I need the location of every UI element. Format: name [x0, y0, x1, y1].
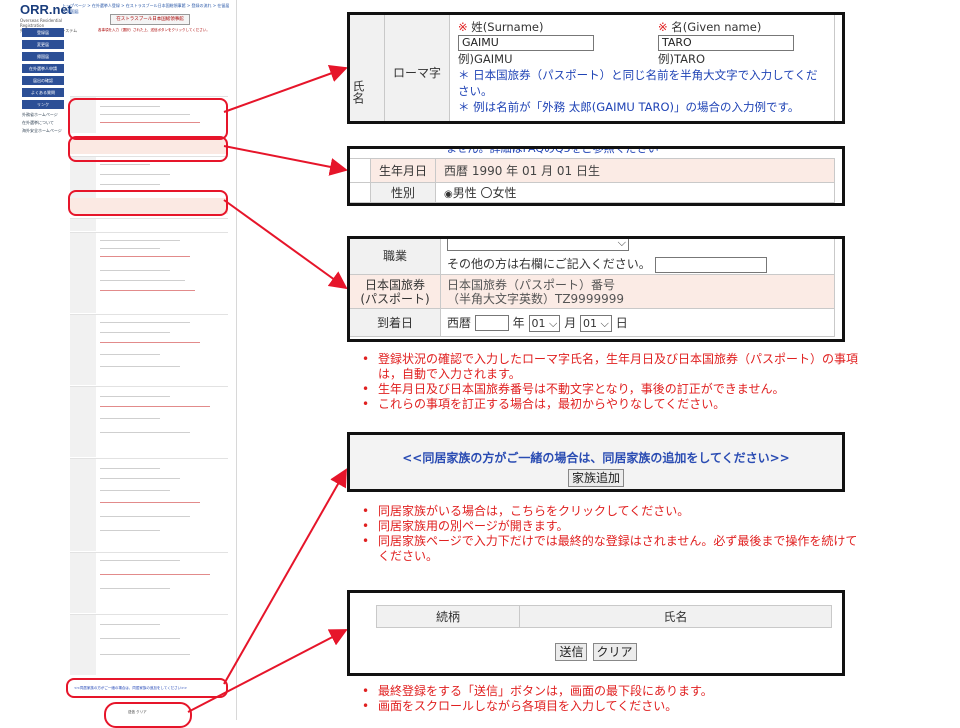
chevron-down-icon: ⌵ [617, 236, 626, 250]
panel-family: <<同居家族の方がご一緒の場合は、同居家族の追加をしてください>> 家族追加 [347, 432, 845, 492]
arrow-submit [187, 629, 348, 713]
panel-passport: 職業 ⌵ その他の方は右欄にご記入ください。 日本国旅券 (パスポート) 日本国… [347, 236, 845, 342]
arrow-name [223, 64, 348, 113]
name-note-1: ＊ 日本国旅券（パスポート）と同じ名前を半角大文字で入力してください。 [458, 68, 818, 98]
gender-option-labels: 男性 〇女性 [452, 186, 517, 200]
roman-input-cell: ※ 姓(Surname) GAIMU 例)GAIMU ※ 名(Given nam… [449, 15, 835, 121]
passport-number-value: （半角大文字英数）TZ9999999 [447, 291, 624, 306]
birthdate-label-cell: 生年月日 [370, 158, 436, 183]
gender-options[interactable]: ◉男性 〇女性 [435, 182, 835, 203]
given-name-input[interactable]: TARO [658, 35, 794, 51]
surname-input[interactable]: GAIMU [458, 35, 594, 51]
arrow-birthdate [223, 145, 348, 176]
roman-label-cell: ローマ字 [384, 15, 450, 121]
passport-label: 日本国旅券 [364, 277, 425, 292]
roman-label: ローマ字 [392, 65, 441, 80]
passport-number-label: 日本国旅券（パスポート）番号 [447, 277, 616, 292]
note-item: 最終登録をする「送信」ボタンは，画面の最下段にあります。 [360, 684, 860, 699]
note-item: 画面をスクロールしながら各項目を入力してください。 [360, 699, 860, 714]
panel-submit: 続柄 氏名 送信 クリア [347, 590, 845, 676]
birthdate-value: 西暦 1990 年 01 月 01 日生 [435, 158, 835, 183]
birthdate-label: 生年月日 [378, 164, 427, 178]
name-note-2: ＊ 例は名前が「外務 太郎(GAIMU TARO)」の場合の入力例です。 [458, 100, 800, 114]
col-header-relation: 続柄 [376, 605, 520, 628]
required-mark: ※ [458, 20, 468, 34]
name-section-label: 氏名 [351, 80, 365, 104]
arrival-day-select[interactable]: 01 ⌵ [580, 314, 612, 332]
note-item: 同居家族がいる場合は，こちらをクリックしてください。 [360, 504, 860, 519]
arrow-passport [223, 199, 348, 290]
arrival-era: 西暦 [447, 315, 472, 330]
note-item: 同居家族ページで入力下だけでは最終的な登録はされません。必ず最後まで操作を続けて… [360, 534, 860, 564]
gender-label-cell: 性別 [370, 182, 436, 203]
arrival-input-cell: 西暦 年 01 ⌵ 月 01 ⌵ 日 [440, 308, 835, 337]
job-hint: その他の方は右欄にご記入ください。 [447, 257, 651, 272]
note-item: 生年月日及び日本国旅券番号は不動文字となり，事後の訂正ができません。 [360, 382, 860, 397]
month-unit: 月 [564, 315, 577, 330]
job-label-cell: 職業 [350, 239, 441, 275]
surname-group: ※ 姓(Surname) GAIMU 例)GAIMU [458, 19, 594, 67]
job-label: 職業 [382, 249, 407, 263]
add-family-button[interactable]: 家族追加 [567, 469, 624, 487]
given-group: ※ 名(Given name) TARO 例)TARO [658, 19, 794, 67]
job-select[interactable]: ⌵ [447, 236, 629, 252]
partial-text-above: ません。詳細はFAQのQ5をご参照ください [446, 146, 659, 155]
gender-label: 性別 [390, 186, 415, 200]
col-header-name: 氏名 [519, 605, 832, 628]
arrival-month-value: 01 [531, 316, 546, 330]
arrival-day-value: 01 [583, 316, 598, 330]
name-section-cell: 氏名 [350, 15, 385, 121]
job-input-cell: ⌵ その他の方は右欄にご記入ください。 [440, 236, 835, 275]
note-item: これらの事項を訂正する場合は，最初からやりなしてください。 [360, 397, 860, 412]
submit-button[interactable]: 送信 [555, 643, 588, 661]
arrival-month-select[interactable]: 01 ⌵ [528, 314, 561, 332]
job-other-input[interactable] [654, 256, 767, 273]
notes-family: 同居家族がいる場合は，こちらをクリックしてください。 同居家族用の別ページが開き… [360, 504, 860, 564]
given-example: 例)TARO [658, 52, 706, 66]
required-mark: ※ [658, 20, 668, 34]
year-unit: 年 [512, 315, 525, 330]
notes-autofill: 登録状況の確認で入力したローマ字氏名，生年月日及び日本国旅券（パスポート）の事項… [360, 352, 860, 412]
panel-birthdate: ません。詳細はFAQのQ5をご参照ください 生年月日 西暦 1990 年 01 … [347, 146, 845, 206]
passport-value-cell: 日本国旅券（パスポート）番号 （半角大文字英数）TZ9999999 [440, 274, 835, 309]
notes-submit: 最終登録をする「送信」ボタンは，画面の最下段にあります。 画面をスクロールしなが… [360, 684, 860, 714]
passport-label-sub: (パスポート) [360, 291, 430, 306]
surname-example: 例)GAIMU [458, 52, 513, 66]
arrow-family [223, 468, 347, 685]
arrival-label-cell: 到着日 [350, 308, 441, 337]
surname-label: 姓(Surname) [471, 20, 544, 34]
family-link[interactable]: <<同居家族の方がご一緒の場合は、同居家族の追加をしてください>> [350, 449, 842, 466]
given-label: 名(Given name) [671, 20, 762, 34]
day-unit: 日 [615, 315, 628, 330]
chevron-down-icon: ⌵ [600, 316, 609, 330]
panel-roman-name: 氏名 ローマ字 ※ 姓(Surname) GAIMU 例)GAIMU ※ 名(G… [347, 12, 845, 124]
passport-label-cell: 日本国旅券 (パスポート) [350, 274, 441, 309]
note-item: 同居家族用の別ページが開きます。 [360, 519, 860, 534]
note-item: 登録状況の確認で入力したローマ字氏名，生年月日及び日本国旅券（パスポート）の事項… [360, 352, 860, 382]
arrival-label: 到着日 [376, 316, 413, 330]
chevron-down-icon: ⌵ [549, 316, 558, 330]
clear-button[interactable]: クリア [592, 643, 637, 661]
arrival-year-input[interactable] [474, 315, 509, 331]
